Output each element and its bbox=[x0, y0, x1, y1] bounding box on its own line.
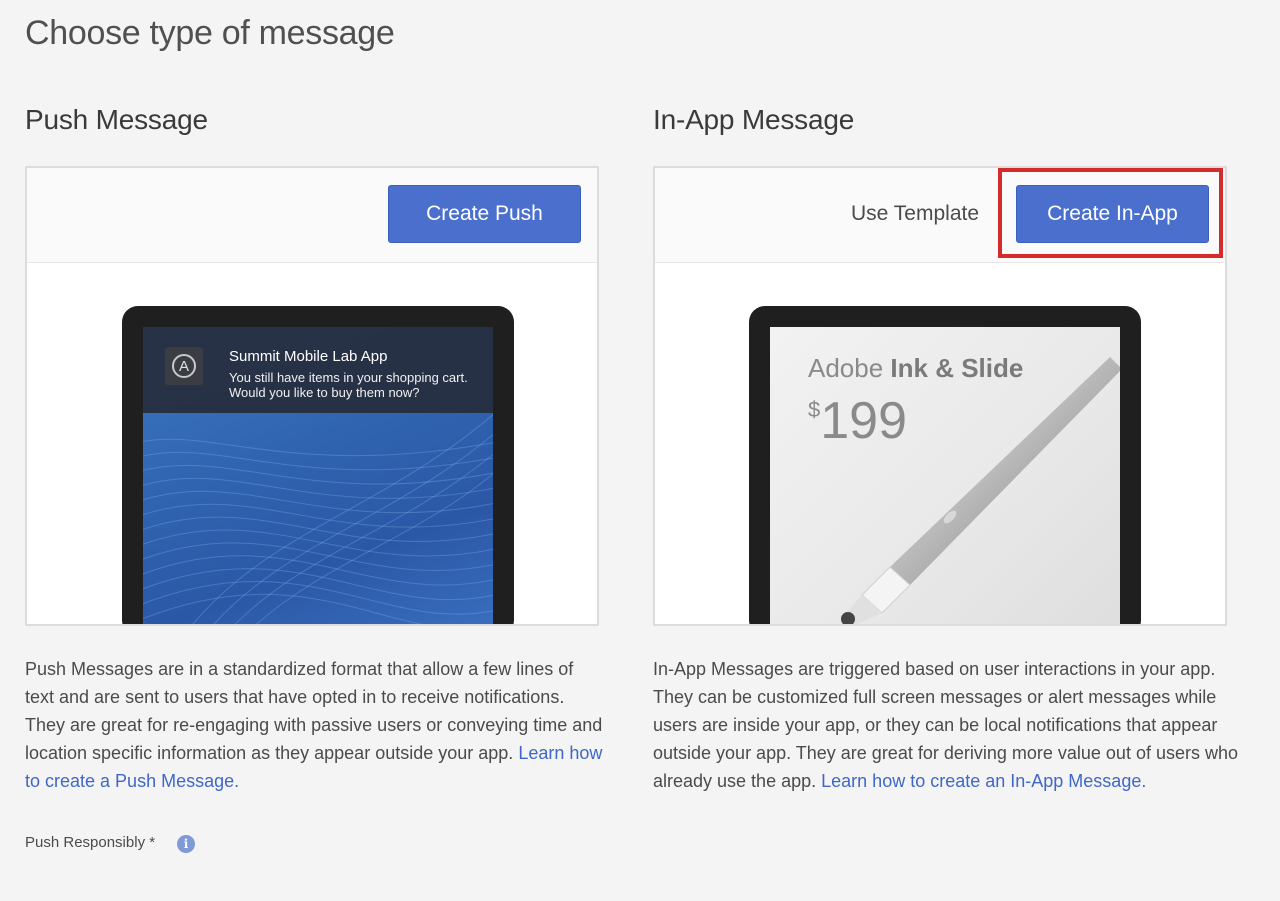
inapp-learn-link[interactable]: Learn how to create an In-App Message. bbox=[821, 771, 1146, 791]
page-title: Choose type of message bbox=[25, 14, 395, 52]
info-icon[interactable]: i bbox=[177, 835, 195, 853]
app-icon: A bbox=[165, 347, 203, 385]
push-section-title: Push Message bbox=[25, 104, 208, 135]
stylus-pen-graphic bbox=[841, 357, 1120, 624]
create-inapp-highlight bbox=[998, 168, 1223, 258]
inapp-description-block: In-App Messages are triggered based on u… bbox=[653, 655, 1243, 795]
inapp-device-screen: Adobe Ink & Slide $199 bbox=[770, 327, 1120, 624]
notification-title: Summit Mobile Lab App bbox=[229, 348, 388, 365]
inapp-device-preview: Adobe Ink & Slide $199 bbox=[749, 306, 1141, 624]
app-icon-letter: A bbox=[172, 354, 196, 378]
inapp-section-title: In-App Message bbox=[653, 104, 855, 135]
push-notification-banner: A Summit Mobile Lab App You still have i… bbox=[143, 327, 493, 413]
push-device-screen: A Summit Mobile Lab App You still have i… bbox=[143, 327, 493, 624]
create-push-button[interactable]: Create Push bbox=[388, 185, 581, 243]
push-responsibly-label: Push Responsibly * bbox=[25, 834, 156, 851]
push-description-block: Push Messages are in a standardized form… bbox=[25, 655, 605, 795]
use-template-button[interactable]: Use Template bbox=[851, 202, 979, 226]
push-description: Push Messages are in a standardized form… bbox=[25, 659, 603, 763]
push-card: Create Push A Summit Mobile Lab App You … bbox=[25, 166, 599, 626]
push-device-preview: A Summit Mobile Lab App You still have i… bbox=[122, 306, 514, 624]
notification-body: You still have items in your shopping ca… bbox=[229, 370, 468, 400]
push-card-toolbar: Create Push bbox=[27, 168, 597, 263]
